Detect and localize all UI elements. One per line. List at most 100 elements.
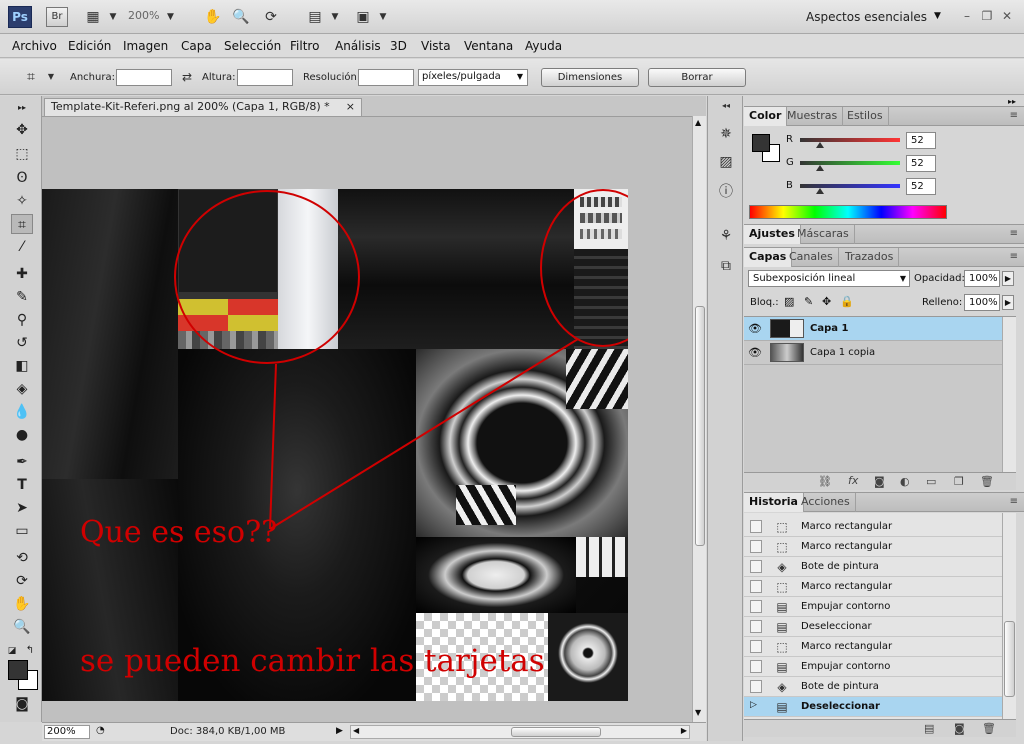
pen-icon[interactable]: ✒ <box>11 452 33 472</box>
new-layer-icon[interactable]: ❐ <box>954 475 964 488</box>
trash-icon[interactable]: 🗑 <box>982 722 996 735</box>
panel-menu-icon[interactable]: ≡ <box>1010 496 1018 507</box>
hand-icon[interactable]: ✋ <box>11 594 33 614</box>
swap-colors-icon[interactable]: ↰ <box>24 641 36 661</box>
horizontal-scroll-thumb[interactable] <box>511 727 601 737</box>
red-value-input[interactable]: 52 <box>906 132 936 149</box>
document-image[interactable]: Que es eso?? se pueden cambir las tarjet… <box>42 189 628 701</box>
vertical-scrollbar[interactable]: ▲ ▼ <box>692 116 706 722</box>
chevron-down-icon[interactable]: ▼ <box>42 68 60 86</box>
history-item[interactable]: ⬚ Marco rectangular <box>744 637 1002 657</box>
quick-mask-icon[interactable]: ◙ <box>11 694 33 714</box>
scroll-left-icon[interactable]: ◀ <box>353 726 359 735</box>
tab-masks[interactable]: Máscaras <box>792 225 855 244</box>
opacity-input[interactable]: 100% <box>964 270 1000 287</box>
history-scrollbar[interactable] <box>1002 513 1016 719</box>
menu-ayuda[interactable]: Ayuda <box>525 39 562 53</box>
fill-arrow-icon[interactable]: ▶ <box>1002 295 1014 310</box>
crop-tool-icon[interactable]: ⌗ <box>11 214 33 234</box>
screen-mode-icon[interactable]: ▣ <box>354 8 372 26</box>
blue-value-input[interactable]: 52 <box>906 178 936 195</box>
brush-icon[interactable]: ✎ <box>11 287 33 307</box>
magic-wand-icon[interactable]: ✧ <box>11 191 33 211</box>
healing-brush-icon[interactable]: ✚ <box>11 264 33 284</box>
blend-mode-select[interactable]: Subexposición lineal ▼ <box>748 270 910 287</box>
adjustment-layer-icon[interactable]: ◐ <box>900 475 910 488</box>
layer-mask-icon[interactable]: ◙ <box>874 475 885 488</box>
restore-icon[interactable]: ❐ <box>980 9 994 23</box>
resolution-unit-select[interactable]: píxeles/pulgada ▼ <box>418 69 528 86</box>
tab-paths[interactable]: Trazados <box>840 248 900 267</box>
lock-image-icon[interactable]: ✎ <box>804 295 813 308</box>
move-tool-icon[interactable]: ✥ <box>11 120 33 140</box>
3d-rotate-icon[interactable]: ⟲ <box>11 548 33 568</box>
history-brush-source-checkbox[interactable] <box>750 640 762 653</box>
chevron-down-icon[interactable]: ▼ <box>326 8 344 26</box>
blue-slider[interactable] <box>800 184 900 188</box>
history-brush-source-checkbox[interactable] <box>750 620 762 633</box>
layer-name[interactable]: Capa 1 copia <box>810 347 875 358</box>
lock-all-icon[interactable]: 🔒 <box>840 295 854 308</box>
foreground-color-swatch[interactable] <box>8 660 28 680</box>
menu-edicion[interactable]: Edición <box>68 39 111 53</box>
eraser-icon[interactable]: ◧ <box>11 356 33 376</box>
red-slider-knob[interactable] <box>816 142 824 148</box>
layer-row[interactable]: 👁 Capa 1 copia <box>744 341 1002 365</box>
new-document-from-state-icon[interactable]: ▤ <box>924 722 934 735</box>
lasso-icon[interactable]: ʘ <box>11 168 33 188</box>
opacity-arrow-icon[interactable]: ▶ <box>1002 271 1014 286</box>
resolution-input[interactable] <box>358 69 414 86</box>
crop-tool-icon[interactable]: ⌗ <box>22 68 40 86</box>
green-value-input[interactable]: 52 <box>906 155 936 172</box>
default-colors-icon[interactable]: ◪ <box>6 641 18 661</box>
zoom-icon[interactable]: 🔍 <box>232 8 250 26</box>
tab-actions[interactable]: Acciones <box>796 493 856 512</box>
history-item[interactable]: ▤ Deseleccionar <box>744 617 1002 637</box>
zoom-icon[interactable]: 🔍 <box>11 617 33 637</box>
horizontal-scrollbar[interactable]: ◀ ▶ <box>350 725 690 739</box>
history-item[interactable]: ◈ Bote de pintura <box>744 557 1002 577</box>
menu-capa[interactable]: Capa <box>181 39 212 53</box>
vertical-scroll-thumb[interactable] <box>695 306 705 546</box>
chevron-down-icon[interactable]: ▼ <box>374 8 392 26</box>
tab-color[interactable]: Color <box>744 107 788 126</box>
green-slider[interactable] <box>800 161 900 165</box>
lock-transparency-icon[interactable]: ▨ <box>784 295 794 308</box>
layer-row[interactable]: 👁 Capa 1 <box>744 317 1002 341</box>
fill-input[interactable]: 100% <box>964 294 1000 311</box>
rotate-view-icon[interactable]: ⟳ <box>262 8 280 26</box>
menu-imagen[interactable]: Imagen <box>123 39 168 53</box>
history-brush-source-checkbox[interactable] <box>750 520 762 533</box>
status-menu-arrow-icon[interactable]: ▶ <box>336 726 343 736</box>
collapse-arrows-icon[interactable]: ▸▸ <box>1008 97 1016 106</box>
bridge-button[interactable]: Br <box>46 7 68 27</box>
brushes-icon[interactable]: ⚘ <box>716 226 736 246</box>
dimensions-button[interactable]: Dimensiones <box>541 68 639 87</box>
hand-icon[interactable]: ✋ <box>204 8 222 26</box>
menu-analisis[interactable]: Análisis <box>335 39 381 53</box>
menu-filtro[interactable]: Filtro <box>290 39 319 53</box>
clone-stamp-icon[interactable]: ⚲ <box>11 310 33 330</box>
collapse-arrows-icon[interactable]: ▸▸ <box>11 98 33 118</box>
history-item[interactable]: ▤ Empujar contorno <box>744 657 1002 677</box>
history-state-marker-icon[interactable]: ▷ <box>750 700 762 713</box>
menu-ventana[interactable]: Ventana <box>464 39 513 53</box>
history-brush-source-checkbox[interactable] <box>750 600 762 613</box>
document-tab[interactable]: Template-Kit-Referi.png al 200% (Capa 1,… <box>44 98 362 116</box>
tab-swatches[interactable]: Muestras <box>782 107 844 126</box>
rectangle-shape-icon[interactable]: ▭ <box>11 521 33 541</box>
history-brush-icon[interactable]: ↺ <box>11 333 33 353</box>
green-slider-knob[interactable] <box>816 165 824 171</box>
history-item[interactable]: ⬚ Marco rectangular <box>744 517 1002 537</box>
history-item[interactable]: ▤ Empujar contorno <box>744 597 1002 617</box>
menu-3d[interactable]: 3D <box>390 39 407 53</box>
zoom-level-select[interactable]: 200% ▼ <box>128 9 184 25</box>
width-input[interactable] <box>116 69 172 86</box>
dodge-icon[interactable]: ● <box>11 425 33 445</box>
layer-style-icon[interactable]: fx <box>848 474 858 487</box>
history-item[interactable]: ⬚ Marco rectangular <box>744 577 1002 597</box>
color-spectrum-bar[interactable] <box>749 205 947 219</box>
status-info-icon[interactable]: ◔ <box>96 725 105 736</box>
menu-seleccion[interactable]: Selección <box>224 39 281 53</box>
panel-menu-icon[interactable]: ≡ <box>1010 110 1018 121</box>
